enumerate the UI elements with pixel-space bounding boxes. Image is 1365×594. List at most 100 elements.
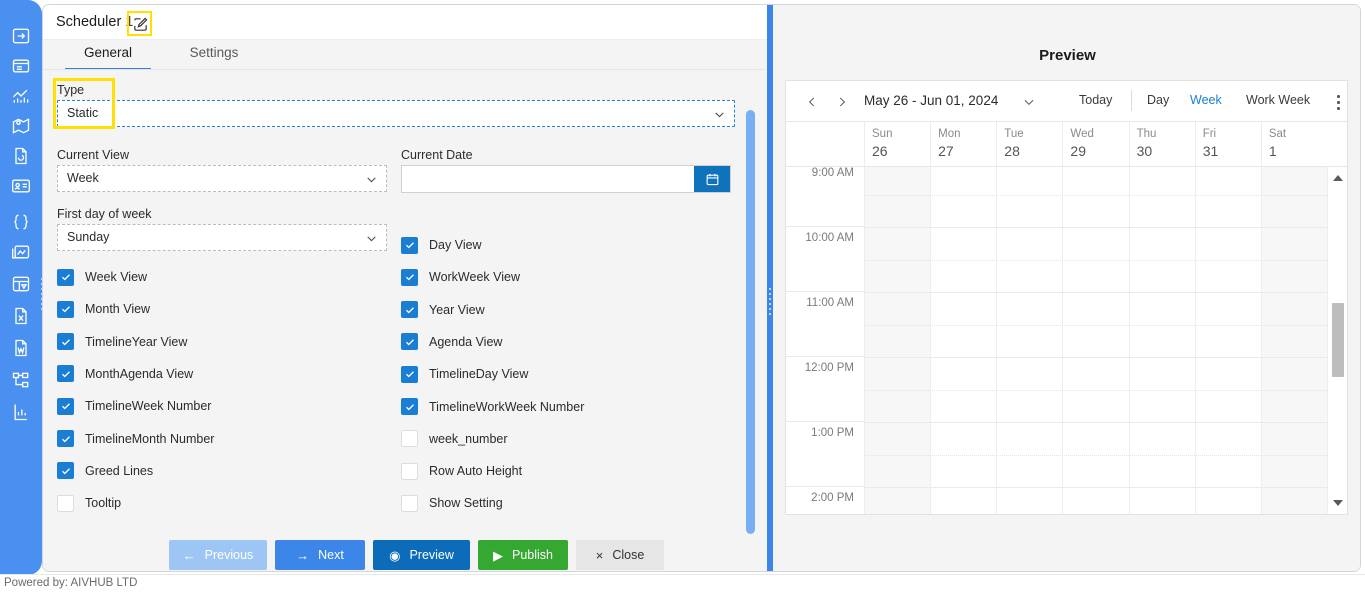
checkbox-unchecked-icon[interactable] [57, 494, 74, 512]
checkbox-checked-icon[interactable] [401, 333, 418, 351]
checkbox-row[interactable]: Tooltip [57, 492, 121, 514]
checkbox-checked-icon[interactable] [401, 365, 418, 383]
checkbox-unchecked-icon[interactable] [401, 494, 418, 512]
day-column[interactable] [1128, 167, 1195, 514]
day-header-cell[interactable]: Thu 30 [1128, 122, 1195, 166]
checkbox-row[interactable]: Month View [57, 298, 150, 320]
checkbox-label: TimelineYear View [85, 334, 188, 349]
view-button-work-week[interactable]: Work Week [1246, 93, 1310, 107]
checkbox-checked-icon[interactable] [401, 398, 418, 415]
checkbox-row[interactable]: Day View [401, 234, 482, 256]
map-pin-icon[interactable] [9, 114, 33, 138]
checkbox-checked-icon[interactable] [57, 300, 74, 318]
checkbox-label: Show Setting [429, 496, 503, 511]
close-button[interactable]: × Close [576, 540, 664, 570]
tab-settings[interactable]: Settings [169, 40, 259, 70]
day-header-cell[interactable]: Sun 26 [864, 122, 930, 166]
hour-gridline [864, 227, 1347, 228]
bar-chart-icon[interactable] [9, 400, 33, 424]
id-card-icon[interactable] [9, 174, 33, 198]
current-view-dropdown[interactable]: Week [57, 165, 387, 192]
image-chart-icon[interactable] [9, 240, 33, 264]
next-button[interactable]: → Next [275, 540, 365, 570]
checkbox-checked-icon[interactable] [57, 397, 74, 415]
checkbox-checked-icon[interactable] [401, 236, 418, 254]
chevron-down-icon[interactable] [1022, 95, 1036, 109]
chart-analytics-icon[interactable] [9, 84, 33, 108]
dashboard-widget-icon[interactable] [9, 272, 33, 296]
checkbox-row[interactable]: Agenda View [401, 331, 502, 353]
checkbox-unchecked-icon[interactable] [401, 462, 418, 480]
calendar-icon[interactable] [694, 166, 730, 192]
checkbox-row[interactable]: MonthAgenda View [57, 363, 193, 385]
edit-pencil-icon[interactable] [132, 16, 149, 33]
checkbox-row[interactable]: Row Auto Height [401, 460, 522, 482]
type-label: Type [57, 83, 85, 97]
checkbox-checked-icon[interactable] [57, 365, 74, 383]
checkbox-row[interactable]: TimelineMonth Number [57, 428, 214, 450]
checkbox-label: WorkWeek View [429, 270, 521, 285]
next-period-icon[interactable] [831, 91, 853, 113]
day-header-cell[interactable]: Fri 31 [1194, 122, 1261, 166]
previous-period-icon[interactable] [801, 91, 823, 113]
calendar-scrollbar[interactable] [1327, 167, 1347, 514]
checkbox-checked-icon[interactable] [57, 462, 74, 480]
word-file-icon[interactable] [9, 336, 33, 360]
excel-file-icon[interactable] [9, 304, 33, 328]
toolbar-divider [1131, 90, 1132, 111]
panel-layout-icon[interactable] [9, 54, 33, 78]
day-number-label: 26 [872, 143, 888, 159]
day-column[interactable] [1194, 167, 1261, 514]
current-date-input[interactable] [402, 166, 694, 192]
checkbox-row[interactable]: Greed Lines [57, 460, 153, 482]
checkbox-label: Week View [85, 270, 148, 284]
checkbox-checked-icon[interactable] [57, 268, 74, 286]
view-button-day[interactable]: Day [1147, 93, 1169, 107]
checkbox-checked-icon[interactable] [57, 430, 74, 447]
checkbox-row[interactable]: TimelineYear View [57, 331, 187, 353]
previous-button[interactable]: ← Previous [169, 540, 267, 570]
checkbox-unchecked-icon[interactable] [401, 430, 418, 448]
calendar-scrollbar-thumb[interactable] [1332, 303, 1344, 377]
hierarchy-tree-icon[interactable] [9, 368, 33, 392]
day-column[interactable] [930, 167, 996, 514]
checkbox-row[interactable]: Show Setting [401, 492, 503, 514]
first-day-of-week-dropdown[interactable]: Sunday [57, 224, 387, 251]
preview-button[interactable]: ◉ Preview [373, 540, 470, 570]
checkbox-row[interactable]: WorkWeek View [401, 266, 520, 288]
scroll-down-arrow-icon[interactable] [1333, 500, 1343, 506]
day-column[interactable] [1260, 167, 1327, 514]
checkbox-row[interactable]: Year View [401, 299, 485, 321]
export-arrow-icon[interactable] [9, 24, 33, 48]
day-header-cell[interactable]: Wed 29 [1062, 122, 1128, 166]
more-options-icon[interactable] [1330, 92, 1346, 112]
day-column[interactable] [864, 167, 931, 514]
checkbox-label: Tooltip [85, 496, 122, 511]
checkbox-row[interactable]: TimelineWeek Number [57, 395, 211, 417]
form-scrollbar-thumb[interactable] [746, 110, 755, 534]
day-header-cell[interactable]: Mon 27 [930, 122, 996, 166]
day-column[interactable] [996, 167, 1062, 514]
checkbox-row[interactable]: TimelineWorkWeek Number [401, 396, 584, 418]
checkbox-row[interactable]: Week View [57, 266, 147, 288]
checkbox-row[interactable]: TimelineDay View [401, 363, 528, 385]
scroll-up-arrow-icon[interactable] [1333, 175, 1343, 181]
checkbox-checked-icon[interactable] [57, 333, 74, 351]
day-number-label: 28 [1004, 143, 1020, 159]
checkbox-row[interactable]: week_number [401, 428, 508, 450]
day-header-cell[interactable]: Tue 28 [996, 122, 1062, 166]
today-button[interactable]: Today [1079, 93, 1112, 107]
current-date-field[interactable] [401, 165, 731, 193]
code-braces-icon[interactable] [9, 210, 33, 234]
tab-general[interactable]: General [57, 40, 159, 70]
publish-button[interactable]: ▶ Publish [478, 540, 568, 570]
day-header-cell[interactable]: Sat 1 [1260, 122, 1327, 166]
type-dropdown[interactable]: Static [57, 100, 735, 127]
view-button-week[interactable]: Week [1190, 93, 1222, 107]
document-refresh-icon[interactable] [9, 144, 33, 168]
day-column[interactable] [1062, 167, 1128, 514]
checkbox-checked-icon[interactable] [401, 301, 418, 319]
checkbox-label: Greed Lines [85, 463, 154, 478]
calendar-date-range[interactable]: May 26 - Jun 01, 2024 [864, 93, 998, 108]
checkbox-checked-icon[interactable] [401, 268, 418, 286]
